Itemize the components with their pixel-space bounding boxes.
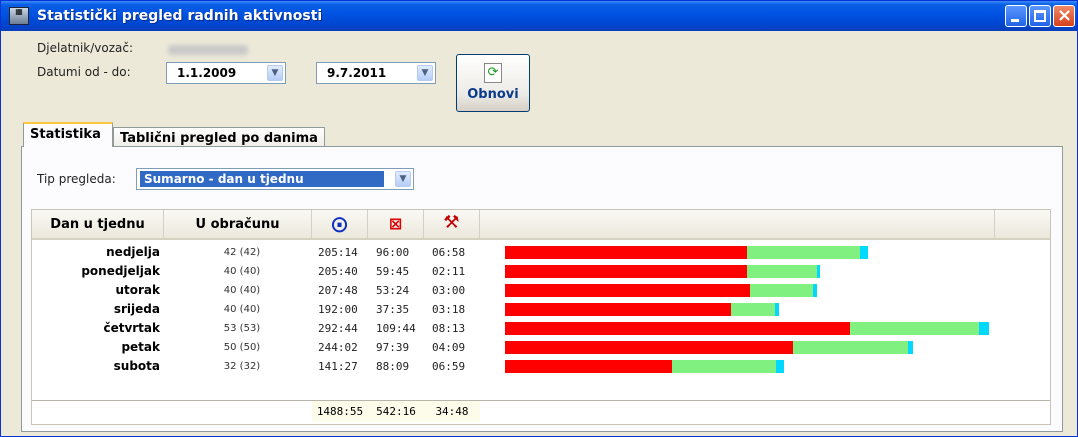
- bar-availability: [731, 303, 775, 316]
- dates-label: Datumi od - do:: [37, 65, 131, 79]
- chevron-down-icon[interactable]: ▼: [267, 65, 283, 81]
- row-count: 40 (40): [223, 266, 261, 277]
- date-from-value: 1.1.2009: [177, 66, 237, 80]
- chevron-down-icon[interactable]: ▼: [395, 171, 411, 187]
- bar-driving: [505, 246, 747, 259]
- row-availability: 96:00: [376, 246, 410, 259]
- bar-driving: [505, 303, 731, 316]
- row-driving: 192:00: [318, 303, 358, 316]
- bar-availability: [793, 341, 908, 354]
- bar-work: [776, 360, 784, 373]
- driver-name-redacted: [168, 45, 248, 55]
- row-availability: 59:45: [376, 265, 410, 278]
- refresh-button[interactable]: ⟳ Obnovi: [456, 54, 530, 112]
- bar-availability: [747, 265, 817, 278]
- minimize-icon: [1011, 19, 1019, 22]
- row-day: nedjelja: [106, 245, 160, 259]
- refresh-icon: ⟳: [484, 63, 502, 83]
- row-day: ponedjeljak: [81, 264, 160, 278]
- view-type-select[interactable]: Sumarno - dan u tjednu ▼: [136, 168, 414, 190]
- row-availability: 88:09: [376, 360, 410, 373]
- bar-availability: [672, 360, 776, 373]
- row-work: 04:09: [432, 341, 466, 354]
- table-header: Dan u tjednu U obračunu ⨀ ⊠ ⚒: [32, 210, 1050, 240]
- row-driving: 207:48: [318, 284, 358, 297]
- bar-work: [813, 284, 817, 297]
- chevron-down-icon[interactable]: ▼: [417, 65, 433, 81]
- row-availability: 109:44: [376, 322, 416, 335]
- total-availability: 542:16: [368, 401, 424, 422]
- bar-work: [979, 322, 989, 335]
- bar-work: [860, 246, 868, 259]
- bar-driving: [505, 322, 850, 335]
- row-work: 06:58: [432, 246, 466, 259]
- tab-statistika[interactable]: Statistika: [23, 122, 113, 147]
- header-work[interactable]: ⚒: [424, 210, 480, 238]
- maximize-icon: [1034, 10, 1046, 22]
- tools-icon: ⚒: [443, 212, 460, 233]
- row-availability: 53:24: [376, 284, 410, 297]
- row-count: 42 (42): [223, 247, 261, 258]
- row-day: srijeda: [113, 302, 160, 316]
- row-work: 02:11: [432, 265, 466, 278]
- header-availability[interactable]: ⊠: [368, 210, 424, 238]
- refresh-label: Obnovi: [467, 87, 519, 102]
- row-driving: 292:44: [318, 322, 358, 335]
- app-logo-icon: ▦: [9, 7, 29, 25]
- row-day: subota: [113, 359, 160, 373]
- bar-work: [908, 341, 913, 354]
- view-type-label: Tip pregleda:: [37, 172, 116, 186]
- view-type-value: Sumarno - dan u tjednu: [140, 171, 384, 187]
- window-title: Statistički pregled radnih aktivnosti: [37, 8, 323, 24]
- row-work: 06:59: [432, 360, 466, 373]
- title-bar[interactable]: ▦ Statistički pregled radnih aktivnosti …: [1, 1, 1077, 31]
- app-window: ▦ Statistički pregled radnih aktivnosti …: [0, 0, 1078, 437]
- header-count[interactable]: U obračunu: [164, 210, 312, 238]
- row-driving: 205:40: [318, 265, 358, 278]
- header-chart[interactable]: [480, 210, 995, 238]
- row-driving: 141:27: [318, 360, 358, 373]
- row-day: petak: [121, 340, 160, 354]
- stats-table: Dan u tjednu U obračunu ⨀ ⊠ ⚒ nedjelja 42…: [31, 209, 1051, 425]
- close-icon: ×: [1057, 5, 1073, 26]
- row-work: 08:13: [432, 322, 466, 335]
- header-day[interactable]: Dan u tjednu: [32, 210, 164, 238]
- row-work: 03:18: [432, 303, 466, 316]
- row-count: 40 (40): [223, 304, 261, 315]
- date-to-select[interactable]: 9.7.2011 ▼: [316, 62, 436, 84]
- bar-driving: [505, 284, 750, 297]
- total-driving: 1488:55: [312, 401, 368, 422]
- bar-driving: [505, 360, 672, 373]
- steering-wheel-icon: ⨀: [331, 214, 348, 233]
- row-availability: 97:39: [376, 341, 410, 354]
- bar-driving: [505, 341, 793, 354]
- bar-work: [817, 265, 820, 278]
- date-to-value: 9.7.2011: [327, 66, 387, 80]
- date-from-select[interactable]: 1.1.2009 ▼: [166, 62, 286, 84]
- bar-driving: [505, 265, 747, 278]
- row-driving: 244:02: [318, 341, 358, 354]
- bar-availability: [750, 284, 813, 297]
- totals-row: 1488:55 542:16 34:48: [32, 400, 1050, 422]
- availability-icon: ⊠: [388, 214, 403, 233]
- row-availability: 37:35: [376, 303, 410, 316]
- row-count: 40 (40): [223, 285, 261, 296]
- bar-work: [775, 303, 779, 316]
- close-button[interactable]: ×: [1053, 5, 1075, 27]
- row-day: četvrtak: [103, 321, 160, 335]
- driver-label: Djelatnik/vozač:: [37, 41, 134, 55]
- bar-availability: [747, 246, 860, 259]
- row-count: 53 (53): [223, 323, 261, 334]
- total-work: 34:48: [424, 401, 480, 422]
- bar-availability: [850, 322, 979, 335]
- header-driving[interactable]: ⨀: [312, 210, 368, 238]
- row-work: 03:00: [432, 284, 466, 297]
- row-day: utorak: [115, 283, 160, 297]
- maximize-button[interactable]: [1029, 5, 1051, 27]
- row-driving: 205:14: [318, 246, 358, 259]
- row-count: 50 (50): [223, 342, 261, 353]
- row-count: 32 (32): [223, 361, 261, 372]
- minimize-button[interactable]: [1005, 5, 1027, 27]
